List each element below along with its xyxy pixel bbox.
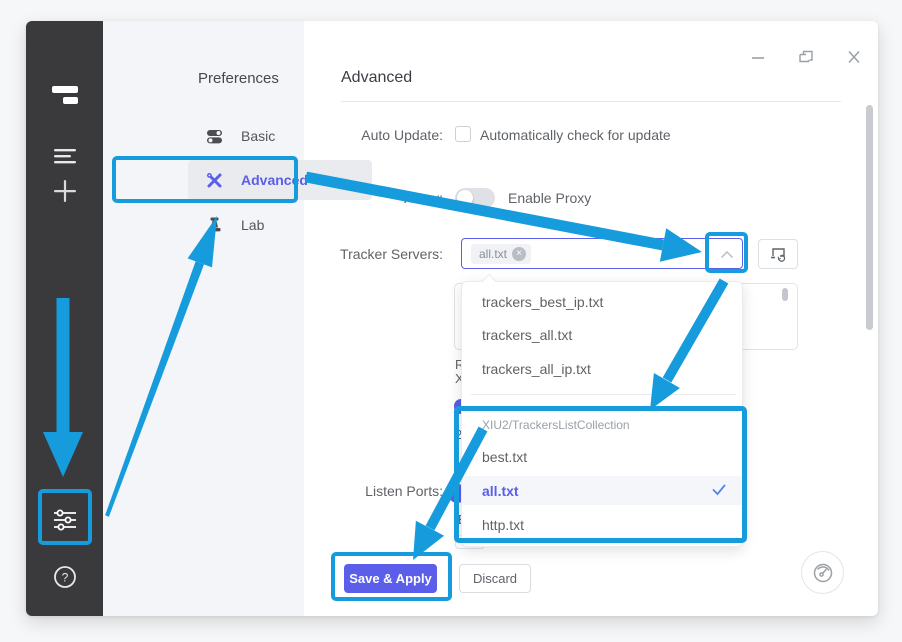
auto-update-checkbox[interactable] [455, 126, 471, 142]
page-title: Advanced [341, 69, 412, 87]
proxy-toggle[interactable] [455, 188, 495, 208]
restore-button[interactable] [797, 49, 815, 70]
lab-icon [206, 217, 223, 233]
auto-update-label: Auto Update: [176, 127, 443, 143]
toggle-knob [457, 190, 473, 206]
close-button[interactable] [845, 49, 863, 70]
annotation-box-save [331, 552, 452, 601]
motrix-logo [26, 85, 103, 107]
tracker-servers-label: Tracker Servers: [176, 246, 443, 262]
proxy-toggle-label: Enable Proxy [508, 190, 591, 206]
sync-trackers-button[interactable] [758, 239, 798, 269]
help-icon[interactable]: ? [26, 565, 103, 589]
speed-limit-button[interactable] [801, 551, 844, 594]
main-scrollbar[interactable] [866, 105, 873, 330]
dropdown-item[interactable]: trackers_all_ip.txt [462, 354, 742, 384]
task-list-icon[interactable] [26, 147, 103, 165]
dropdown-divider [471, 394, 736, 395]
listen-ports-label: Listen Ports: [176, 483, 443, 499]
annotation-box-chevron [705, 232, 748, 273]
dropdown-item[interactable]: trackers_all.txt [462, 320, 742, 350]
tag-label: all.txt [479, 247, 507, 261]
tracker-servers-select[interactable]: all.txt × [461, 238, 743, 269]
title-divider [341, 101, 841, 102]
auto-update-checkbox-label[interactable]: Automatically check for update [480, 127, 671, 143]
dropdown-notch [482, 274, 496, 288]
add-task-icon[interactable] [26, 178, 103, 204]
nav-item-lab[interactable]: Lab [188, 205, 372, 245]
app-window: ? Preferences Basic [26, 21, 878, 616]
tag-close-icon[interactable]: × [512, 247, 526, 261]
preferences-title: Preferences [198, 70, 279, 87]
discard-button[interactable]: Discard [459, 564, 531, 593]
svg-text:?: ? [61, 571, 68, 585]
preferences-nav: Preferences Basic [103, 21, 304, 616]
annotation-box-dropdown-group [454, 406, 747, 543]
annotation-box-preferences-icon [38, 489, 92, 545]
textarea-scrollbar[interactable] [782, 288, 788, 301]
minimize-button[interactable] [749, 49, 767, 70]
dropdown-item[interactable]: trackers_best_ip.txt [462, 287, 742, 317]
selected-tracker-tag: all.txt × [471, 244, 531, 264]
nav-item-label: Lab [241, 217, 264, 233]
annotation-box-advanced [112, 156, 298, 203]
